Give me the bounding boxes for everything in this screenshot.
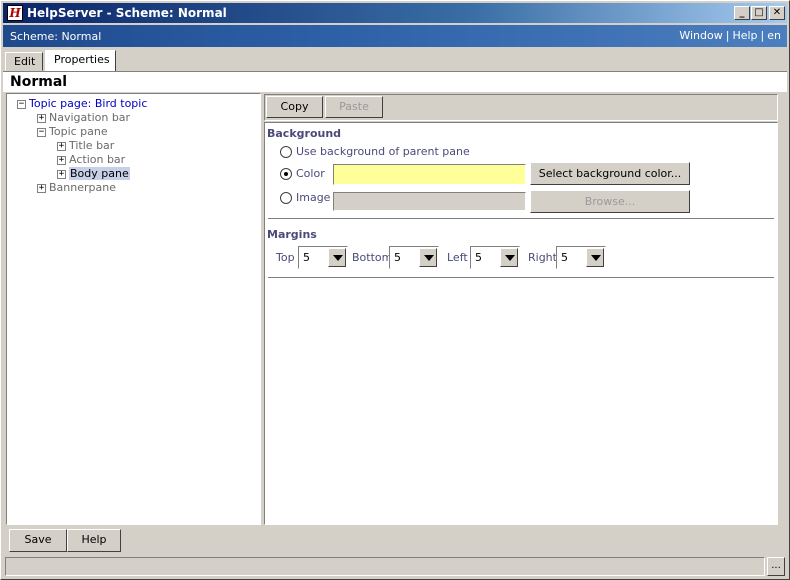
tree-node-label: Title bar bbox=[69, 139, 115, 152]
tree-node-label: Navigation bar bbox=[49, 111, 131, 124]
properties-panel: Background Use background of parent pane… bbox=[264, 122, 778, 525]
expand-icon[interactable]: + bbox=[37, 183, 46, 193]
status-more-button[interactable]: ... bbox=[767, 557, 785, 576]
scheme-label: Scheme: Normal bbox=[10, 30, 102, 43]
title-bar[interactable]: H HelpServer - Scheme: Normal _ □ ✕ bbox=[3, 3, 787, 23]
chevron-down-icon[interactable] bbox=[328, 248, 346, 267]
top-margin-label: Top bbox=[276, 251, 295, 264]
close-button[interactable]: ✕ bbox=[769, 6, 785, 20]
minimize-button[interactable]: _ bbox=[734, 6, 750, 20]
image-radio[interactable] bbox=[280, 192, 292, 204]
right-margin-value: 5 bbox=[561, 251, 568, 264]
tree-node-navigation-bar[interactable]: + Navigation bar bbox=[37, 111, 130, 125]
collapse-icon[interactable]: − bbox=[17, 99, 26, 109]
tree-node-bannerpane[interactable]: + Bannerpane bbox=[37, 181, 116, 195]
color-radio[interactable] bbox=[280, 168, 292, 180]
scheme-tree[interactable]: − Topic page: Bird topic + Navigation bar … bbox=[6, 93, 261, 525]
section-divider bbox=[268, 277, 774, 279]
expand-icon[interactable]: + bbox=[37, 113, 46, 123]
tree-node-title-bar[interactable]: + Title bar bbox=[57, 139, 114, 153]
tree-node-label: Bannerpane bbox=[49, 181, 116, 194]
image-option[interactable]: Image bbox=[280, 191, 330, 205]
parent-background-option[interactable]: Use background of parent pane bbox=[280, 145, 470, 159]
paste-button[interactable]: Paste bbox=[325, 96, 383, 118]
status-bar bbox=[5, 557, 765, 576]
tree-node-label: Topic page: Bird topic bbox=[29, 97, 148, 110]
right-margin-select[interactable]: 5 bbox=[556, 246, 606, 269]
tree-node-topic-page[interactable]: − Topic page: Bird topic bbox=[17, 97, 147, 111]
tree-node-body-pane[interactable]: + Body pane bbox=[57, 167, 130, 181]
maximize-button[interactable]: □ bbox=[751, 6, 767, 20]
collapse-icon[interactable]: − bbox=[37, 127, 46, 137]
bottom-margin-label: Bottom bbox=[352, 251, 393, 264]
scheme-header: Scheme: Normal Window | Help | en bbox=[3, 25, 787, 47]
browse-button[interactable]: Browse... bbox=[530, 190, 690, 213]
help-button[interactable]: Help bbox=[67, 529, 121, 552]
window-link[interactable]: Window bbox=[679, 29, 722, 42]
copy-button[interactable]: Copy bbox=[266, 96, 323, 118]
save-button[interactable]: Save bbox=[9, 529, 67, 552]
tab-properties[interactable]: Properties bbox=[45, 50, 116, 71]
top-margin-value: 5 bbox=[303, 251, 310, 264]
helpserver-app-icon: H bbox=[7, 5, 23, 21]
bottom-margin-select[interactable]: 5 bbox=[389, 246, 439, 269]
page-title: Normal bbox=[10, 74, 68, 90]
link-separator: | bbox=[760, 29, 765, 42]
help-link[interactable]: Help bbox=[732, 29, 757, 42]
bottom-margin-value: 5 bbox=[394, 251, 401, 264]
left-margin-label: Left bbox=[447, 251, 468, 264]
background-section-title: Background bbox=[267, 127, 342, 140]
tree-node-label: Body pane bbox=[69, 167, 130, 180]
image-path-field[interactable] bbox=[333, 192, 526, 211]
select-background-color-button[interactable]: Select background color... bbox=[530, 162, 690, 185]
color-label: Color bbox=[296, 167, 325, 180]
tab-edit[interactable]: Edit bbox=[5, 52, 43, 71]
parent-background-radio[interactable] bbox=[280, 146, 292, 158]
edit-toolbar: Copy Paste bbox=[264, 94, 778, 121]
chevron-down-icon[interactable] bbox=[586, 248, 604, 267]
header-links: Window | Help | en bbox=[679, 29, 781, 42]
top-margin-select[interactable]: 5 bbox=[298, 246, 348, 269]
tree-node-topic-pane[interactable]: − Topic pane bbox=[37, 125, 108, 139]
parent-background-label: Use background of parent pane bbox=[296, 145, 470, 158]
left-margin-value: 5 bbox=[475, 251, 482, 264]
section-divider bbox=[268, 218, 774, 220]
expand-icon[interactable]: + bbox=[57, 141, 66, 151]
chevron-down-icon[interactable] bbox=[419, 248, 437, 267]
tree-node-label: Topic pane bbox=[49, 125, 108, 138]
tree-node-label: Action bar bbox=[69, 153, 126, 166]
app-window: H HelpServer - Scheme: Normal _ □ ✕ Sche… bbox=[0, 0, 790, 580]
margins-section-title: Margins bbox=[267, 228, 317, 241]
bottom-button-bar: Save Help bbox=[6, 528, 784, 554]
left-margin-select[interactable]: 5 bbox=[470, 246, 520, 269]
language-link[interactable]: en bbox=[767, 29, 781, 42]
tree-node-action-bar[interactable]: + Action bar bbox=[57, 153, 125, 167]
page-header: Normal bbox=[3, 71, 787, 92]
chevron-down-icon[interactable] bbox=[500, 248, 518, 267]
right-margin-label: Right bbox=[528, 251, 557, 264]
color-option[interactable]: Color bbox=[280, 167, 325, 181]
link-separator: | bbox=[725, 29, 730, 42]
expand-icon[interactable]: + bbox=[57, 169, 66, 179]
image-label: Image bbox=[296, 191, 331, 204]
expand-icon[interactable]: + bbox=[57, 155, 66, 165]
window-title: HelpServer - Scheme: Normal bbox=[27, 6, 227, 20]
color-preview-field bbox=[333, 164, 526, 185]
